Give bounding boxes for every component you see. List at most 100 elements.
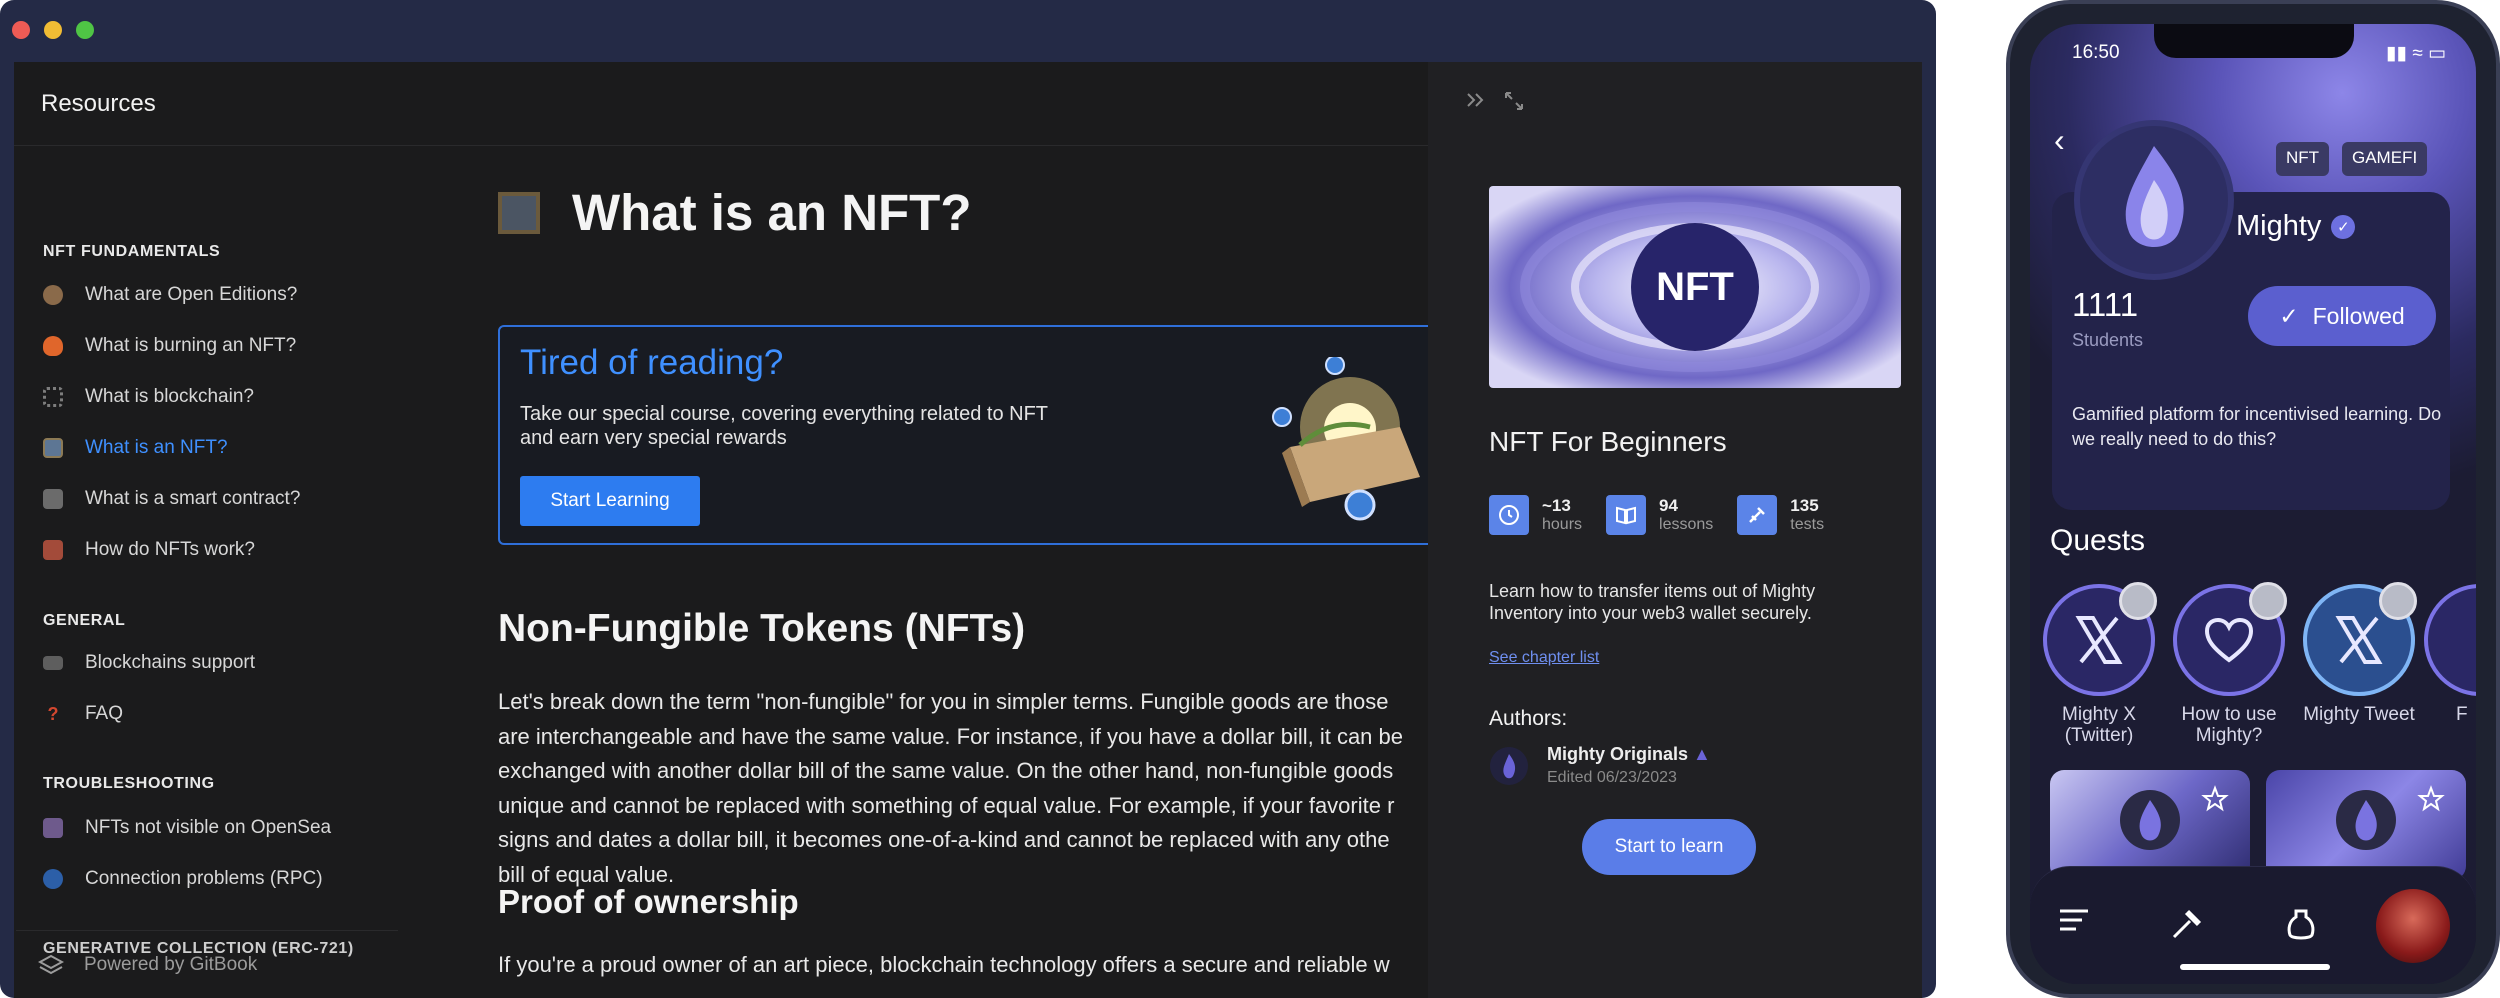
profile-name: Mighty ✓ (2236, 210, 2356, 243)
stat-lessons: 94 lessons (1606, 495, 1713, 535)
close-window-button[interactable] (12, 21, 30, 39)
quest-item[interactable]: Mighty X (Twitter) (2034, 582, 2164, 746)
back-icon[interactable]: ‹ (2054, 122, 2065, 159)
quest-item[interactable]: How to use Mighty? (2164, 582, 2294, 746)
course-image-label: NFT (1656, 265, 1734, 309)
status-time: 16:50 (2072, 42, 2120, 63)
minimize-window-button[interactable] (44, 21, 62, 39)
stat-tests: 135 tests (1737, 495, 1824, 535)
authors-label: Authors: (1489, 707, 1568, 730)
question-icon: ? (47, 704, 59, 724)
students-count: 1111 (2072, 286, 2139, 323)
nft-card[interactable] (2050, 770, 2250, 880)
sidebar-item-rpc[interactable]: Connection problems (RPC) (43, 859, 323, 899)
sidebar-item-faq[interactable]: ? FAQ (43, 694, 124, 734)
stat-hours: ~13 hours (1489, 495, 1582, 535)
start-learning-button[interactable]: Start Learning (520, 476, 700, 526)
nft-card[interactable] (2266, 770, 2466, 880)
flame-icon: ▲ (1693, 744, 1711, 764)
section-heading: Non-Fungible Tokens (NFTs) (498, 607, 1026, 650)
powered-by-gitbook[interactable]: Powered by GitBook (16, 930, 398, 998)
author-name: Mighty Originals (1547, 744, 1689, 764)
quest-badge-icon (2379, 582, 2417, 620)
promo-title: Tired of reading? (520, 343, 784, 382)
tag-nft: NFT (2276, 142, 2330, 176)
document-icon (43, 489, 63, 509)
section-title: GENERAL (43, 612, 126, 629)
maximize-window-button[interactable] (76, 21, 94, 39)
chapter-list-link[interactable]: See chapter list (1489, 649, 1599, 667)
menu-icon[interactable] (2058, 907, 2090, 933)
students-label: Students (2072, 330, 2144, 350)
collapse-panel-icon[interactable] (1466, 91, 1486, 109)
top-bar: Resources (14, 62, 1428, 146)
author-entry[interactable]: Mighty Originals ▲ Edited 06/23/2023 (1489, 744, 1711, 787)
framed-picture-icon (498, 191, 540, 234)
followed-button[interactable]: ✓ Followed (2248, 286, 2436, 346)
framed-picture-icon (43, 438, 63, 458)
fire-icon (43, 336, 63, 356)
sidebar-item-opensea[interactable]: NFTs not visible on OpenSea (43, 808, 331, 848)
status-bar: 16:50 ▮▮ ≈ ▭ (2030, 42, 2476, 65)
sidebar-item-blockchain[interactable]: What is blockchain? (43, 377, 254, 417)
gitbook-icon (38, 954, 64, 974)
clock-icon (1489, 495, 1529, 535)
sidebar-item-blockchains-support[interactable]: Blockchains support (43, 643, 255, 683)
article: What is an NFT? Tired of reading? Take o… (398, 147, 1428, 998)
section-title: TROUBLESHOOTING (43, 775, 215, 792)
puzzle-icon (1737, 495, 1778, 535)
phone-mockup: 16:50 ▮▮ ≈ ▭ ‹ NFT GAMEFI Mighty ✓ 1111 … (2006, 0, 2500, 998)
sidebar-item-burning[interactable]: What is burning an NFT? (43, 326, 296, 366)
user-avatar[interactable] (2376, 889, 2450, 963)
course-promo-banner: Tired of reading? Take our special cours… (498, 325, 1428, 545)
sidebar-item-what-is-nft[interactable]: What is an NFT? (43, 428, 228, 468)
book-icon (1606, 495, 1647, 535)
course-title: NFT For Beginners (1489, 426, 1727, 457)
mighty-flame-icon (1490, 746, 1528, 785)
image-icon (43, 540, 63, 560)
window-controls (12, 21, 94, 39)
section-heading: Proof of ownership (498, 883, 799, 920)
home-indicator (2180, 964, 2330, 970)
promo-description: Take our special course, covering everyt… (520, 403, 1048, 449)
page-title: What is an NFT? (498, 183, 971, 242)
sidebar-item-open-editions[interactable]: What are Open Editions? (43, 275, 297, 315)
expand-icon[interactable] (1504, 91, 1524, 111)
x-logo-icon (2335, 616, 2383, 664)
sidebar-item-smart-contract[interactable]: What is a smart contract? (43, 479, 300, 519)
avatar (2074, 120, 2234, 280)
sidebar: NFT FUNDAMENTALS What are Open Editions?… (14, 147, 398, 998)
tag-gamefi: GAMEFI (2342, 142, 2428, 176)
author-edited-date: Edited 06/23/2023 (1547, 769, 1677, 786)
article-paragraph: Let's break down the term "non-fungible"… (498, 689, 1403, 887)
globe-icon (43, 869, 63, 889)
hammer-icon[interactable] (2170, 907, 2204, 941)
panel-toolbar (1466, 91, 1524, 111)
status-icons: ▮▮ ≈ ▭ (2386, 43, 2446, 64)
mighty-flame-logo-icon (2125, 146, 2184, 247)
quest-badge-icon (2119, 582, 2157, 620)
quest-item[interactable]: F (2424, 584, 2476, 725)
x-logo-icon (2075, 616, 2123, 664)
quest-item[interactable]: Mighty Tweet (2294, 582, 2424, 725)
palette-icon (43, 285, 63, 305)
bag-icon[interactable] (2286, 907, 2316, 941)
quests-heading: Quests (2050, 524, 2146, 557)
sidebar-item-how-nfts-work[interactable]: How do NFTs work? (43, 530, 255, 570)
verified-check-icon: ✓ (2331, 214, 2356, 239)
treasure-chest-icon (1272, 357, 1420, 521)
chain-icon (43, 387, 63, 407)
article-paragraph: If you're a proud owner of an art piece,… (498, 952, 1390, 977)
section-title: NFT FUNDAMENTALS (43, 243, 221, 260)
bottom-tab-bar (2030, 866, 2476, 984)
site-title[interactable]: Resources (41, 90, 156, 118)
profile-description: Gamified platform for incentivised learn… (2072, 404, 2442, 449)
cards-icon (43, 818, 63, 838)
phone-screen: 16:50 ▮▮ ≈ ▭ ‹ NFT GAMEFI Mighty ✓ 1111 … (2030, 24, 2476, 984)
course-stats: ~13 hours 94 lessons 135 tests (1489, 495, 1824, 535)
start-to-learn-button[interactable]: Start to learn (1582, 819, 1756, 875)
course-description: Learn how to transfer items out of Might… (1489, 581, 1816, 623)
star-icon (2201, 785, 2229, 812)
quest-badge-icon (2249, 582, 2287, 620)
star-icon (2417, 785, 2445, 812)
